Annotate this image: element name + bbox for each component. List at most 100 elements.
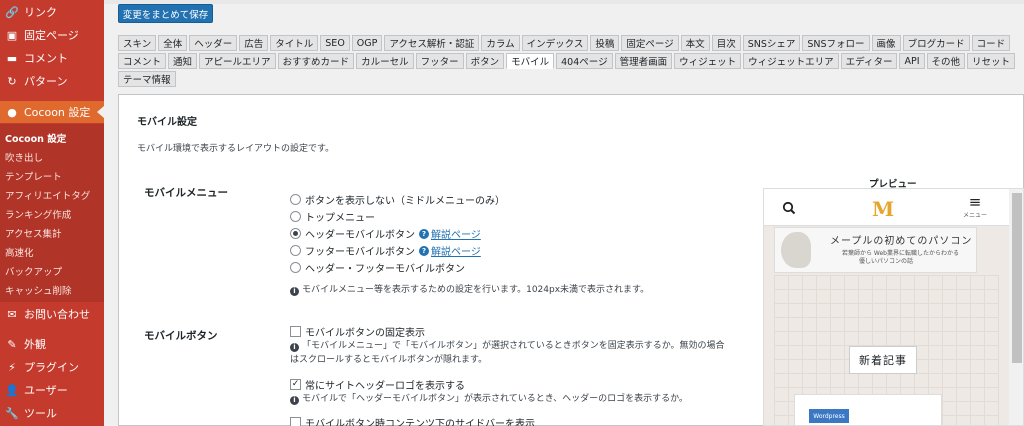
checkbox[interactable]: ✓ [290,379,301,390]
help-link[interactable]: 解説ページ [431,243,481,258]
submenu-item[interactable]: ランキング作成 [5,207,71,221]
settings-tab[interactable]: タイトル [270,35,319,51]
info-text: モバイルメニュー等を表示するための設定を行います。1024px未満で表示されます… [302,285,650,295]
settings-tab[interactable]: 目次 [711,35,741,51]
sidebar-item-users[interactable]: 👤 ユーザー [0,379,104,401]
settings-tab[interactable]: リセット [967,53,1016,69]
tab-row: スキン 全体 ヘッダー 広告 タイトル SEO OGP アクセス解析・認証 カラム インデックス投… [118,35,1012,51]
checkbox[interactable] [290,326,301,337]
mobile-button-fixed-info: i 「モバイルメニュー」で「モバイルボタン」が選択されているときボタンを固定表示す… [290,339,760,367]
submenu-item[interactable]: テンプレート [5,169,62,183]
banner-title: メープルの初めてのパソコン [830,236,973,247]
settings-tab[interactable]: フッター [415,53,464,69]
settings-tab[interactable]: ウィジェット [674,53,742,69]
mobile-menu-option-none[interactable]: ボタンを表示しない（ミドルメニューのみ） [290,192,505,207]
settings-tab[interactable]: SNSフォロー [802,35,870,51]
settings-tab[interactable]: カルーセル [356,53,414,69]
settings-tab[interactable]: 通知 [168,53,198,69]
settings-tab[interactable]: 広告 [239,35,269,51]
preview-scrollbar[interactable] [1009,189,1023,425]
settings-tab[interactable]: その他 [926,53,966,69]
settings-tab[interactable]: OGP [351,35,383,51]
submenu-item[interactable]: アクセス集計 [5,226,62,240]
settings-tab[interactable]: ボタン [465,53,505,69]
option-label: フッターモバイルボタン [305,247,415,258]
option-label: ヘッダー・フッターモバイルボタン [305,264,465,275]
settings-tab[interactable]: ヘッダー [189,35,238,51]
preview-post-card: Wordpress [794,394,942,425]
option-label: ボタンを表示しない（ミドルメニューのみ） [305,196,505,207]
settings-tab[interactable]: SNSシェア [742,35,801,51]
submenu-item[interactable]: 吹き出し [5,150,43,164]
comment-icon: ▬ [6,51,18,65]
radio-button[interactable] [290,245,301,256]
banner-subtitle: 優しいパソコンの話 [859,258,914,265]
mobile-menu-info: i モバイルメニュー等を表示するための設定を行います。1024px未満で表示されま… [290,283,649,297]
settings-tab[interactable]: 投稿 [590,35,620,51]
sidebar-item-label: リンク [24,6,57,19]
submenu-item[interactable]: アフィリエイトタグ [5,188,90,202]
mobile-menu-option-header-button[interactable]: ヘッダーモバイルボタン ? 解説ページ [290,226,481,241]
sidebar-item-comments[interactable]: ▬ コメント [0,47,104,69]
sidebar-item-patterns[interactable]: ↻ パターン [0,70,104,92]
radio-button[interactable] [290,228,301,239]
settings-tab[interactable]: コード [971,35,1011,51]
sidebar-item-tools[interactable]: 🔧 ツール [0,402,104,424]
settings-tab[interactable]: 本文 [680,35,710,51]
pattern-icon: ↻ [7,74,17,88]
settings-tab[interactable]: 管理者画面 [614,53,673,69]
preview-header: M ≡ メニュー [764,189,1009,226]
mobile-menu-option-header-footer[interactable]: ヘッダー・フッターモバイルボタン [290,260,465,275]
scrollbar-thumb[interactable] [1012,193,1022,363]
sidebar-item-plugins[interactable]: ⚡ プラグイン [0,356,104,378]
submenu-item[interactable]: バックアップ [5,264,62,278]
settings-tab[interactable]: テーマ情報 [118,71,176,87]
submenu-item[interactable]: キャッシュ削除 [5,283,72,297]
settings-tab[interactable]: ウィジェットエリア [743,53,839,69]
settings-tab[interactable]: コメント [118,53,167,69]
settings-tab[interactable]: カラム [481,35,520,51]
submenu-item[interactable]: Cocoon 設定 [5,131,66,145]
option-label: トップメニュー [305,213,375,224]
mobile-menu-option-top[interactable]: トップメニュー [290,209,375,224]
settings-tab[interactable]: インデックス [521,35,589,51]
sidebar-below-content-option[interactable]: モバイルボタン時コンテンツ下のサイドバーを表示 [290,415,535,426]
submenu-item[interactable]: 高速化 [5,245,34,259]
top-strip [104,0,1024,4]
info-icon: i [290,286,299,296]
sidebar-item-appearance[interactable]: ✎ 外観 [0,333,104,355]
checkbox[interactable] [290,417,301,426]
settings-tab[interactable]: アピールエリア [199,53,276,69]
radio-button[interactable] [290,211,301,222]
sidebar-item-label: 外観 [24,338,46,351]
settings-tab[interactable]: 全体 [158,35,188,51]
option-label: 常にサイトヘッダーロゴを表示する [305,381,465,392]
settings-tab[interactable]: アクセス解析・認証 [384,35,480,51]
mobile-menu-option-footer-button[interactable]: フッターモバイルボタン ? 解説ページ [290,243,481,258]
user-icon: 👤 [5,383,19,397]
settings-tab[interactable]: モバイル [506,53,555,69]
settings-tab[interactable]: ブログカード [902,35,970,51]
settings-tab[interactable]: 画像 [871,35,901,51]
header-logo-option[interactable]: ✓ 常にサイトヘッダーロゴを表示する [290,377,465,392]
sidebar-item-contact[interactable]: ✉ お問い合わせ [0,303,104,325]
sidebar-item-label: お問い合わせ [24,308,90,321]
help-link[interactable]: 解説ページ [431,226,481,241]
sidebar-item-pages[interactable]: ▣ 固定ページ [0,24,104,46]
radio-button[interactable] [290,194,301,205]
settings-tab[interactable]: API [899,53,925,69]
sidebar-item-cocoon-settings[interactable]: ● Cocoon 設定 [0,101,104,123]
settings-tab[interactable]: エディター [840,53,898,69]
mobile-button-fixed-option[interactable]: モバイルボタンの固定表示 [290,324,425,339]
settings-tab[interactable]: 固定ページ [621,35,679,51]
help-icon: ? [419,245,429,256]
settings-tab[interactable]: 404ページ [556,53,613,69]
settings-tab[interactable]: スキン [118,35,157,51]
radio-button[interactable] [290,262,301,273]
sidebar-item-links[interactable]: 🔗 リンク [0,1,104,23]
sidebar-item-label: プラグイン [24,361,79,374]
settings-tab[interactable]: SEO [320,35,350,51]
settings-tab[interactable]: おすすめカード [277,53,355,69]
info-text: 「モバイルメニュー」で「モバイルボタン」が選択されているときボタンを固定表示する… [302,341,725,351]
save-all-button[interactable]: 変更をまとめて保存 [118,4,213,23]
